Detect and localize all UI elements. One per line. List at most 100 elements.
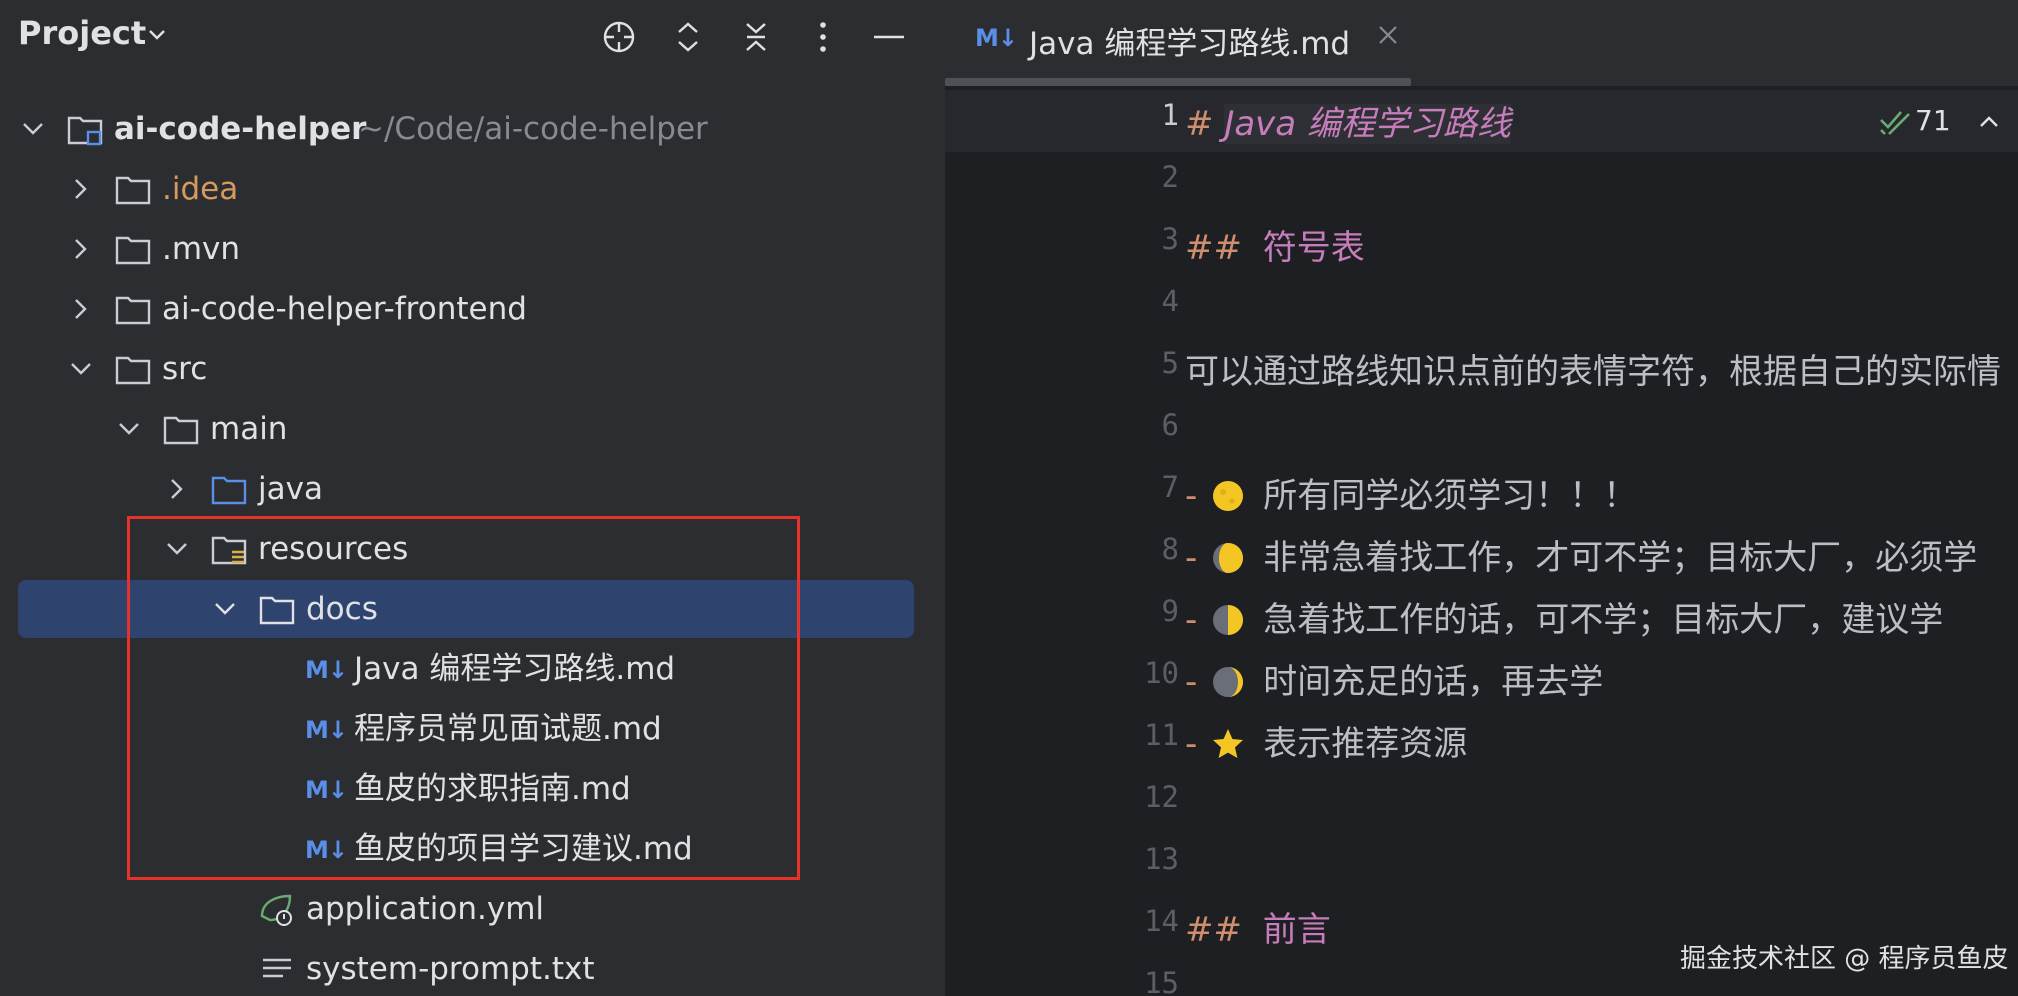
tree-row-src[interactable]: src [0, 340, 945, 398]
bullet-text: 表示推荐资源 [1263, 724, 1468, 764]
line-number: 7 [1161, 470, 1179, 504]
line-number: 3 [1161, 222, 1179, 256]
heading-marker: ## [1185, 228, 1242, 268]
heading-text: 前言 [1262, 910, 1331, 950]
chevron-down-icon[interactable] [66, 354, 96, 384]
line-number: 10 [1144, 656, 1179, 690]
line-number: 1 [1161, 98, 1179, 132]
line-number: 8 [1161, 532, 1179, 566]
watermark: 掘金技术社区 @ 程序员鱼皮 [1680, 944, 2009, 974]
bullet-marker: - [1185, 476, 1198, 516]
tree-row-frontend[interactable]: ai-code-helper-frontend [0, 280, 945, 338]
collapse-all-icon[interactable] [733, 14, 777, 58]
source-folder-icon [211, 476, 247, 505]
locate-icon[interactable] [596, 14, 640, 58]
java-folder-label: java [258, 471, 323, 507]
code-line-paragraph[interactable]: 可以通过路线知识点前的表情字符，根据自己的实际情 [1185, 344, 2001, 393]
double-check-icon [1880, 111, 1910, 135]
bullet-marker: - [1185, 600, 1198, 640]
line-number: 6 [1161, 408, 1179, 442]
folder-icon [163, 416, 199, 445]
folder-icon [115, 236, 151, 265]
main-folder-label: main [210, 411, 288, 447]
src-folder-label: src [162, 351, 208, 387]
full-moon-icon [1213, 481, 1244, 511]
line-number: 11 [1144, 718, 1179, 752]
line-number: 14 [1144, 904, 1179, 938]
bullet-marker: - [1185, 662, 1198, 702]
code-line-h2[interactable]: ## 前言 [1185, 902, 1331, 951]
line-number-gutter: 1 2 3 4 5 6 7 8 9 10 11 12 13 14 15 [945, 86, 1179, 996]
line-number: 12 [1144, 780, 1179, 814]
code-line-h1[interactable]: # Java 编程学习路线 [1185, 96, 1511, 145]
line-number: 15 [1144, 966, 1179, 996]
line-number: 5 [1161, 346, 1179, 380]
project-header: Project [0, 0, 945, 72]
bullet-text: 非常急着找工作，才可不学；目标大厂，必须学 [1263, 538, 1978, 578]
chevron-down-icon[interactable] [146, 24, 168, 46]
chevron-up-icon[interactable] [1977, 110, 2001, 134]
bullet-text: 时间充足的话，再去学 [1263, 662, 1604, 702]
tree-row-main[interactable]: main [0, 400, 945, 458]
frontend-folder-label: ai-code-helper-frontend [162, 291, 527, 327]
code-line-bullet[interactable]: - 急着找工作的话，可不学；目标大厂，建议学 [1185, 592, 1943, 641]
code-line-bullet[interactable]: - 所有同学必须学习！！！ [1185, 468, 1637, 517]
system-prompt-label: system-prompt.txt [306, 951, 595, 987]
spring-config-icon [260, 894, 292, 926]
root-path: ~/Code/ai-code-helper [358, 111, 708, 147]
star-icon [1213, 729, 1244, 758]
line-number: 9 [1161, 594, 1179, 628]
bullet-text: 急着找工作的话，可不学；目标大厂，建议学 [1263, 600, 1944, 640]
waxing-gibbous-moon-icon [1213, 543, 1244, 573]
line-number: 4 [1161, 284, 1179, 318]
module-folder-icon [67, 116, 103, 146]
root-name: ai-code-helper [114, 111, 367, 147]
chevron-down-icon[interactable] [114, 414, 144, 444]
heading-marker: ## [1185, 910, 1242, 950]
bullet-marker: - [1185, 538, 1198, 578]
markdown-icon: M↓ [975, 24, 1018, 52]
tree-row-java[interactable]: java [0, 460, 945, 518]
folder-icon [115, 356, 151, 385]
chevron-down-icon[interactable] [18, 114, 48, 144]
tree-row-system-prompt[interactable]: system-prompt.txt [0, 940, 945, 996]
highlight-annotation-box [127, 516, 800, 880]
tab-scroll-indicator[interactable] [945, 78, 1411, 86]
tree-row-idea[interactable]: .idea [0, 160, 945, 218]
bullet-text: 所有同学必须学习！！！ [1263, 476, 1638, 516]
heading-marker: # [1185, 104, 1214, 144]
hide-icon[interactable] [866, 14, 910, 58]
folder-icon [115, 176, 151, 205]
line-number: 13 [1144, 842, 1179, 876]
more-options-icon[interactable] [800, 14, 844, 58]
folder-icon [115, 296, 151, 325]
tree-row-application-yml[interactable]: application.yml [0, 880, 945, 938]
project-tool-window: Project ai-code-helper ~/Code/ai-code-he… [0, 0, 945, 996]
text-file-icon [263, 958, 291, 978]
chevron-right-icon[interactable] [66, 234, 96, 264]
idea-folder-label: .idea [162, 171, 239, 207]
waxing-crescent-moon-icon [1213, 667, 1244, 697]
chevron-right-icon[interactable] [162, 474, 192, 504]
bullet-marker: - [1185, 724, 1198, 764]
mvn-folder-label: .mvn [162, 231, 241, 267]
project-title[interactable]: Project [18, 14, 146, 52]
chevron-right-icon[interactable] [66, 174, 96, 204]
expand-all-icon[interactable] [665, 14, 709, 58]
code-line-bullet[interactable]: - 表示推荐资源 [1185, 716, 1467, 765]
tab-title: Java 编程学习路线.md [1029, 26, 1351, 62]
chevron-right-icon[interactable] [66, 294, 96, 324]
heading-text: Java 编程学习路线 [1224, 104, 1511, 144]
code-line-bullet[interactable]: - 非常急着找工作，才可不学；目标大厂，必须学 [1185, 530, 1977, 579]
application-yml-label: application.yml [306, 891, 545, 927]
first-quarter-moon-icon [1213, 605, 1244, 635]
tree-row-root[interactable]: ai-code-helper ~/Code/ai-code-helper [0, 100, 945, 158]
code-line-h2[interactable]: ## 符号表 [1185, 220, 1365, 269]
inspections-count: 71 [1915, 104, 1951, 137]
close-icon[interactable] [1375, 22, 1401, 48]
code-line-bullet[interactable]: - 时间充足的话，再去学 [1185, 654, 1603, 703]
inspections-widget[interactable]: 71 [1859, 94, 2018, 150]
editor: M↓ Java 编程学习路线.md 1 2 3 4 5 6 7 8 9 10 1… [945, 0, 2018, 996]
tree-row-mvn[interactable]: .mvn [0, 220, 945, 278]
editor-tab-bar: M↓ Java 编程学习路线.md [945, 0, 2018, 86]
